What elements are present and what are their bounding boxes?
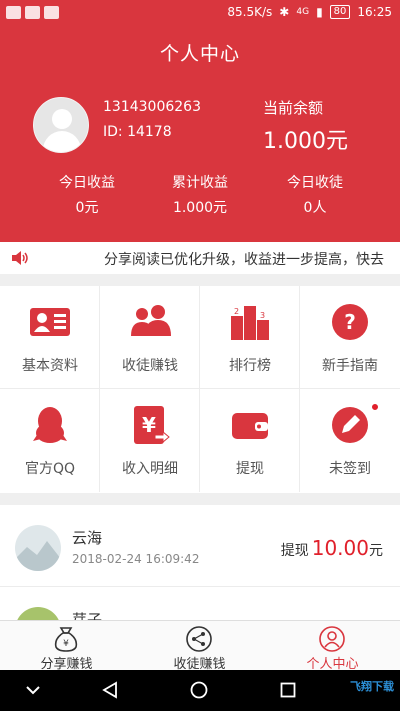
user-phone: 13143006263: [103, 99, 201, 115]
avatar: [15, 525, 61, 571]
clock: 16:25: [357, 5, 392, 19]
record-time: 2018-02-24 16:09:42: [72, 552, 200, 566]
menu-label: 基本资料: [22, 358, 78, 374]
menu-withdraw[interactable]: 提现: [200, 389, 300, 492]
record-unit: 元: [369, 543, 383, 559]
wallet-icon: [232, 413, 268, 439]
stat-value: 1.000元: [172, 200, 228, 216]
balance-label: 当前余额: [263, 99, 324, 117]
question-icon: ?: [332, 304, 368, 340]
notice-bar[interactable]: 分享阅读已优化升级，收益进一步提高，快去: [0, 242, 400, 274]
qq-penguin-icon: [33, 407, 67, 443]
avatar: [15, 607, 61, 621]
stat-today-apprentices: 今日收徒 0人: [255, 172, 375, 217]
record-amount: 提现 10.00元: [281, 536, 383, 560]
notification-icon: [6, 6, 21, 19]
menu-checkin[interactable]: 未签到: [300, 389, 400, 492]
user-circle-icon: [319, 626, 345, 652]
menu-label: 官方QQ: [24, 461, 76, 477]
stat-label: 今日收徒: [287, 175, 343, 191]
stat-today-income: 今日收益 0元: [27, 172, 147, 217]
podium-icon: 2 3: [231, 306, 269, 340]
notice-text: 分享阅读已优化升级，收益进一步提高，快去: [104, 252, 384, 268]
stat-label: 今日收益: [59, 175, 115, 191]
profile-header: 个人中心 13143006263 ID: 14178 当前余额 1.000元 今…: [0, 27, 400, 242]
share-icon: [186, 626, 212, 652]
tab-personal-center[interactable]: 个人中心: [266, 621, 399, 672]
svg-text:?: ?: [344, 310, 356, 334]
tab-recruit-earn[interactable]: 收徒赚钱: [133, 621, 266, 672]
withdraw-list: 云海 2018-02-24 16:09:42 提现 10.00元 芽子: [0, 505, 400, 621]
svg-text:¥: ¥: [142, 413, 156, 437]
page-title: 个人中心: [159, 43, 240, 65]
unread-dot: [371, 403, 379, 411]
bluetooth-icon: ✱: [279, 5, 290, 19]
recents-icon[interactable]: [280, 682, 296, 698]
watermark-logo: 飞翔下载: [350, 680, 394, 693]
record-name: 云海: [72, 529, 103, 547]
menu-label: 收入明细: [122, 461, 178, 477]
system-nav-bar: 飞翔下载: [0, 670, 400, 711]
svg-text:3: 3: [260, 311, 265, 320]
menu-recruit[interactable]: 收徒赚钱: [100, 286, 200, 389]
stat-value: 0元: [75, 200, 99, 216]
bottom-tab-bar: ¥ 分享赚钱 收徒赚钱 个人中心: [0, 620, 400, 672]
money-bag-icon: ¥: [54, 627, 78, 652]
signal-icon: ▮: [316, 5, 323, 19]
menu-beginner-guide[interactable]: ? 新手指南: [300, 286, 400, 389]
people-icon: [131, 305, 171, 336]
svg-text:¥: ¥: [63, 639, 69, 649]
profile-card-icon: [30, 308, 70, 336]
stat-value: 0人: [303, 200, 327, 216]
list-item[interactable]: 云海 2018-02-24 16:09:42 提现 10.00元: [0, 505, 400, 587]
avatar[interactable]: [33, 97, 89, 153]
balance-value: 1.000元: [263, 129, 348, 154]
speaker-icon: [12, 251, 28, 265]
menu-official-qq[interactable]: 官方QQ: [0, 389, 100, 492]
home-icon[interactable]: [190, 681, 208, 699]
menu-income-detail[interactable]: ¥ 收入明细: [100, 389, 200, 492]
menu-label: 未签到: [329, 461, 371, 477]
list-item[interactable]: 芽子: [0, 587, 400, 621]
yuan-document-icon: ¥: [134, 406, 170, 444]
menu-label: 收徒赚钱: [122, 358, 178, 374]
notification-icon: [44, 6, 59, 19]
menu-ranking[interactable]: 2 3 排行榜: [200, 286, 300, 389]
stat-total-income: 累计收益 1.000元: [140, 172, 260, 217]
record-action: 提现: [280, 543, 309, 559]
status-bar: 85.5K/s ✱ 4G ▮ 80 16:25: [0, 0, 400, 27]
menu-basic-profile[interactable]: 基本资料: [0, 286, 100, 389]
notification-icon: [25, 6, 40, 19]
menu-label: 提现: [236, 461, 264, 477]
user-id: ID: 14178: [103, 124, 172, 140]
menu-grid: 基本资料 收徒赚钱 2 3 排行榜 ? 新手指南 官方QQ ¥ 收入明细 提现 …: [0, 286, 400, 493]
record-amount-value: 10.00: [311, 536, 369, 560]
chevron-down-icon[interactable]: [25, 683, 41, 697]
notification-icons: [6, 6, 59, 19]
tab-share-earn[interactable]: ¥ 分享赚钱: [0, 621, 133, 672]
network-speed: 85.5K/s: [227, 5, 273, 19]
menu-label: 新手指南: [322, 358, 378, 374]
pencil-icon: [332, 407, 368, 443]
network-type: 4G: [296, 7, 310, 17]
back-icon[interactable]: [101, 681, 119, 699]
battery-icon: 80: [329, 5, 351, 19]
menu-label: 排行榜: [229, 358, 271, 374]
stat-label: 累计收益: [172, 175, 228, 191]
svg-text:2: 2: [234, 307, 239, 316]
